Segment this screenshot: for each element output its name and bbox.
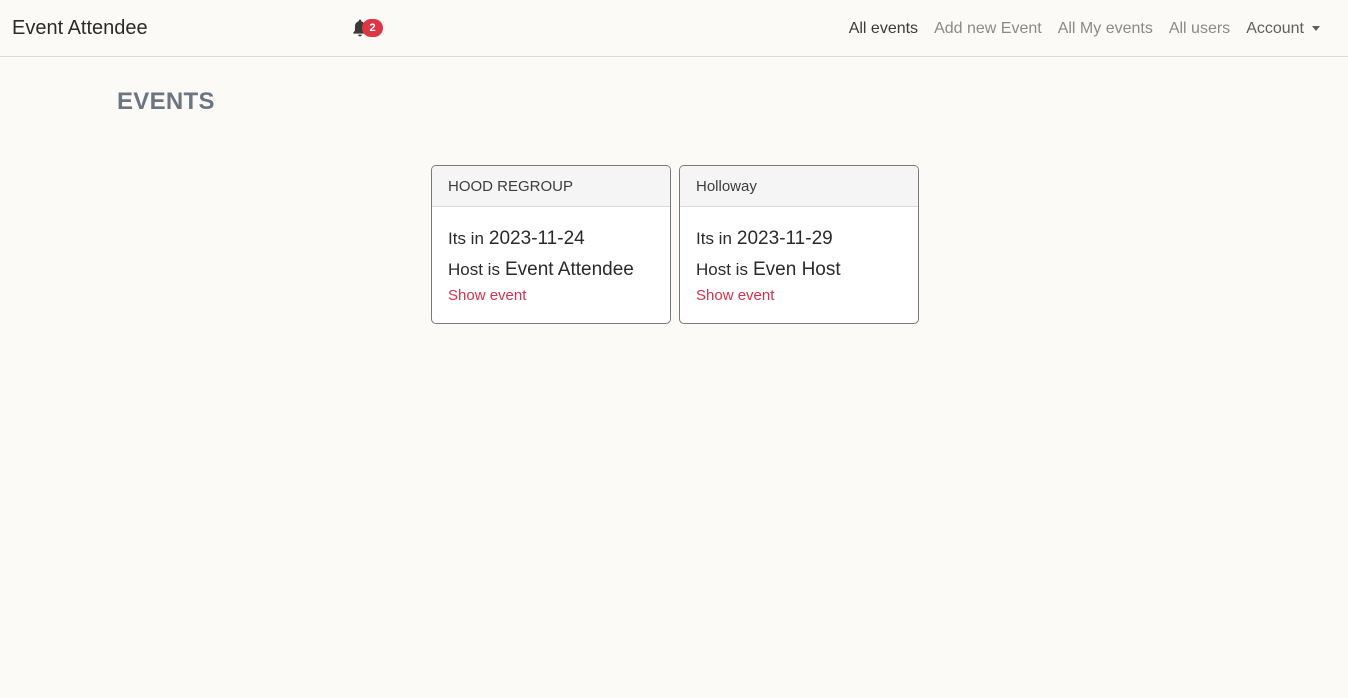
event-date-line: Its in 2023-11-24 <box>448 223 654 254</box>
event-date-prefix: Its in <box>448 229 484 248</box>
event-host-prefix: Host is <box>696 260 748 279</box>
event-card-title: HOOD REGROUP <box>432 166 670 207</box>
navbar: Event Attendee 2 All events Add new Even… <box>0 0 1348 57</box>
notifications-button[interactable]: 2 <box>352 18 386 40</box>
page-title: EVENTS <box>117 88 215 115</box>
show-event-link[interactable]: Show event <box>696 285 774 307</box>
nav-add-new-event[interactable]: Add new Event <box>926 20 1050 38</box>
nav-all-events[interactable]: All events <box>841 20 926 38</box>
event-host: Event Attendee <box>504 259 634 280</box>
nav-all-users[interactable]: All users <box>1161 20 1238 38</box>
event-host-line: Host is Event Attendee <box>448 254 654 285</box>
show-event-link[interactable]: Show event <box>448 285 526 307</box>
event-host: Even Host <box>752 259 841 280</box>
event-host-prefix: Host is <box>448 260 500 279</box>
event-date-line: Its in 2023-11-29 <box>696 223 902 254</box>
account-dropdown[interactable]: Account <box>1238 20 1328 38</box>
event-card: HOOD REGROUP Its in 2023-11-24 Host is E… <box>431 165 671 324</box>
event-host-line: Host is Even Host <box>696 254 902 285</box>
event-date: 2023-11-24 <box>488 228 585 249</box>
event-card: Holloway Its in 2023-11-29 Host is Even … <box>679 165 919 324</box>
event-card-title: Holloway <box>680 166 918 207</box>
event-date: 2023-11-29 <box>736 228 833 249</box>
account-label: Account <box>1246 19 1304 37</box>
event-card-body: Its in 2023-11-24 Host is Event Attendee… <box>432 207 670 307</box>
event-card-body: Its in 2023-11-29 Host is Even Host Show… <box>680 207 918 307</box>
nav-links: All events Add new Event All My events A… <box>841 0 1328 57</box>
event-date-prefix: Its in <box>696 229 732 248</box>
brand-link[interactable]: Event Attendee <box>12 17 148 40</box>
caret-down-icon <box>1312 26 1320 31</box>
notification-count-badge: 2 <box>362 19 383 37</box>
nav-all-my-events[interactable]: All My events <box>1050 20 1161 38</box>
event-card-list: HOOD REGROUP Its in 2023-11-24 Host is E… <box>431 165 919 324</box>
